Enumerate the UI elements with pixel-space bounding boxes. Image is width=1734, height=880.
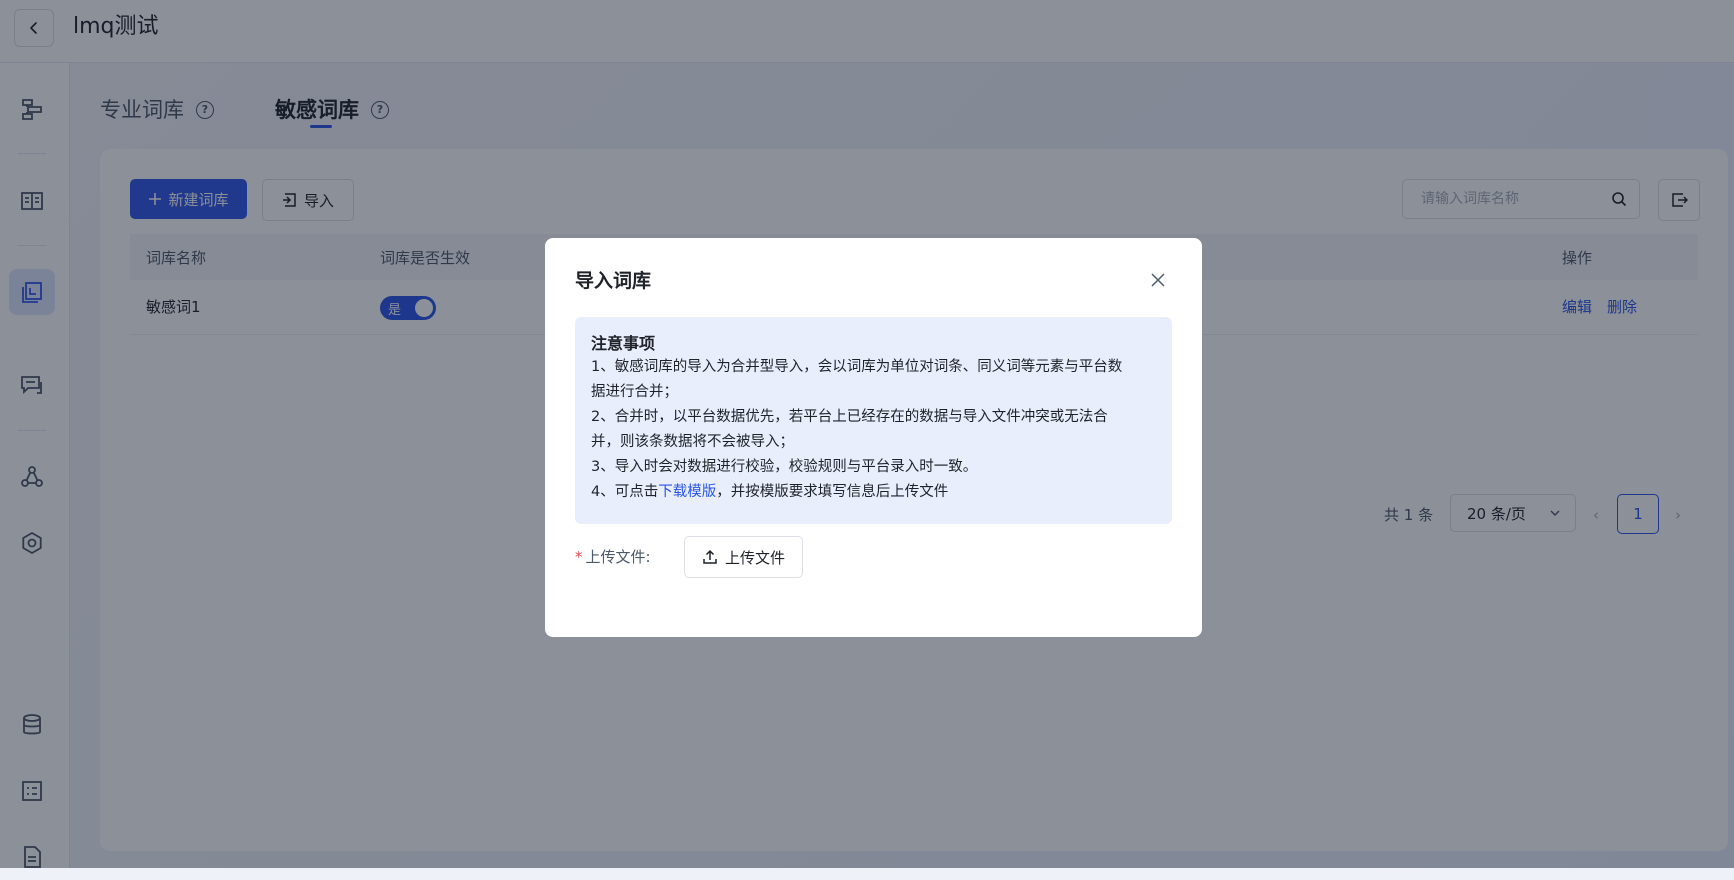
upload-file-button[interactable]: 上传文件: [684, 536, 803, 578]
notice-text: ，并按模版要求填写信息后上传文件: [716, 484, 949, 500]
notice-line: 1、敏感词库的导入为合并型导入，会以词库为单位对词条、同义词等元素与平台数: [591, 359, 1123, 375]
notice-line: 并，则该条数据将不会被导入；: [591, 434, 794, 450]
dialog-title: 导入词库: [575, 270, 652, 292]
close-icon[interactable]: [1150, 272, 1166, 288]
import-dialog: 导入词库 注意事项 1、敏感词库的导入为合并型导入，会以词库为单位对词条、同义词…: [545, 238, 1202, 637]
app-root: lmq测试 专业词库 ? 敏感词库 ? 新建词库 导入 请输入词库名称 词库名称…: [0, 0, 1734, 868]
notice-line: 4、可点击下载模版，并按模版要求填写信息后上传文件: [591, 480, 1156, 505]
notice-title: 注意事项: [591, 334, 656, 353]
notice-box: 注意事项 1、敏感词库的导入为合并型导入，会以词库为单位对词条、同义词等元素与平…: [575, 317, 1172, 524]
upload-label-text: 上传文件:: [585, 548, 651, 566]
upload-icon: [703, 549, 717, 564]
download-template-link[interactable]: 下载模版: [658, 484, 716, 500]
notice-text: 4、可点击: [591, 484, 659, 500]
notice-line: 据进行合并；: [591, 384, 678, 400]
upload-button-label: 上传文件: [724, 548, 785, 567]
upload-field-label: * 上传文件:: [575, 546, 651, 567]
required-mark: *: [575, 548, 583, 566]
notice-line: 2、合并时，以平台数据优先，若平台上已经存在的数据与导入文件冲突或无法合: [591, 409, 1108, 425]
notice-line: 3、导入时会对数据进行校验，校验规则与平台录入时一致。: [591, 459, 978, 475]
